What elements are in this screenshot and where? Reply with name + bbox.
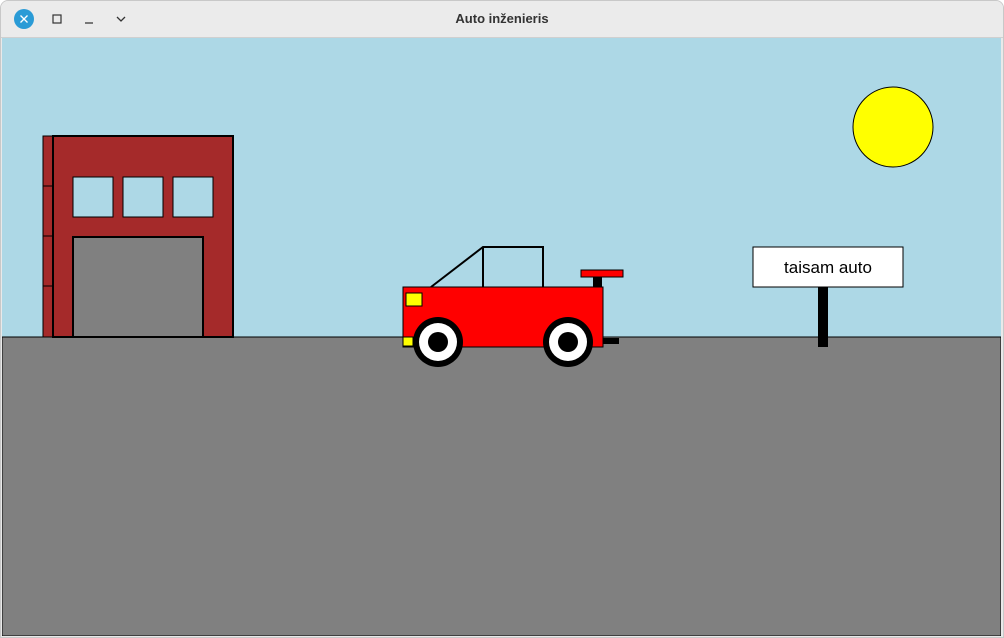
drawing-canvas: taisam auto (1, 38, 1002, 637)
sign-text: taisam auto (784, 258, 872, 277)
front-wheel-hub (428, 332, 448, 352)
building-window-2 (122, 176, 164, 218)
ground (1, 336, 1002, 637)
minimize-icon (85, 22, 93, 24)
scene-svg: taisam auto (1, 38, 1002, 637)
sun (852, 86, 934, 168)
garage-building (42, 135, 234, 338)
window-menu-button[interactable] (111, 9, 131, 29)
title-bar: Auto inženieris (1, 1, 1003, 38)
building-window-3 (172, 176, 214, 218)
rear-wheel-hub (558, 332, 578, 352)
car-headlight (405, 292, 423, 307)
close-button[interactable] (14, 9, 34, 29)
maximize-icon (52, 14, 62, 24)
sign-post (818, 287, 828, 347)
minimize-button[interactable] (79, 9, 99, 29)
chevron-down-icon (116, 16, 126, 22)
car-bumper-light (402, 336, 414, 347)
spoiler-wing (580, 269, 624, 278)
garage-door (72, 236, 204, 338)
close-icon (15, 10, 33, 28)
car-exhaust (603, 338, 619, 344)
app-window: Auto inženieris taisam auto (0, 0, 1004, 638)
maximize-button[interactable] (47, 9, 67, 29)
building-window-1 (72, 176, 114, 218)
window-title: Auto inženieris (455, 11, 549, 26)
